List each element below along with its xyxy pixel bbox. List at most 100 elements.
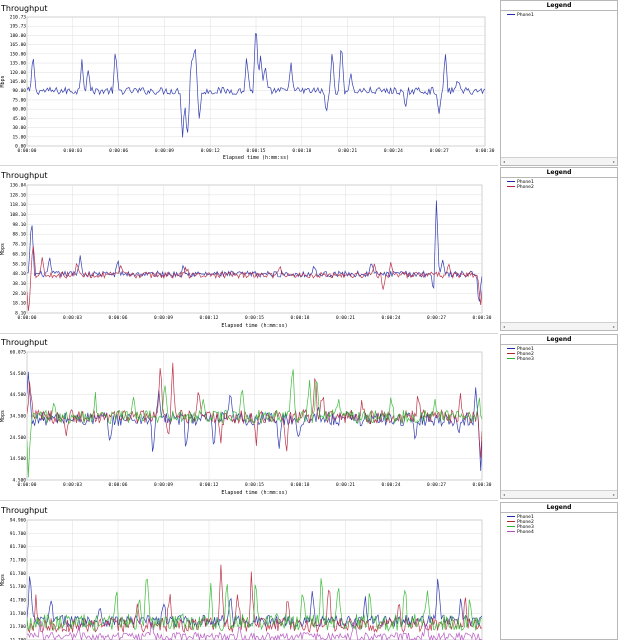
legend-heading: Legend — [501, 335, 617, 345]
legend-swatch — [507, 348, 515, 349]
y-tick-label: 31.700 — [10, 611, 27, 617]
x-tick-label: 0:00:12 — [200, 482, 219, 488]
y-tick-label: 105.00 — [10, 79, 27, 85]
y-tick-label: 61.700 — [10, 571, 27, 577]
x-tick-label: 0:00:18 — [292, 148, 311, 154]
legend-swatch — [507, 526, 515, 527]
y-tick-label: 180.00 — [10, 33, 27, 39]
y-tick-label: 71.700 — [10, 558, 27, 564]
legend-list: Phone1 Phone2 Phone3 Phone4 — [501, 513, 617, 535]
y-tick-label: 78.10 — [12, 242, 26, 248]
x-tick-label: 0:00:24 — [382, 315, 401, 321]
y-tick-label: 38.10 — [12, 281, 26, 287]
y-tick-label: 51.700 — [10, 584, 27, 590]
x-tick-label: 0:00:03 — [63, 148, 82, 154]
y-tick-label: 210.73 — [10, 15, 27, 21]
y-tick-label: 60.075 — [10, 350, 27, 356]
x-tick-label: 0:00:06 — [109, 482, 128, 488]
legend-item-phone3[interactable]: Phone3 — [507, 357, 617, 362]
x-tick-label: 0:00:24 — [384, 148, 403, 154]
legend-item-phone2[interactable]: Phone2 — [507, 185, 617, 190]
legend-panel: Legend Phone1 Phone2 ◂ ▸ — [500, 167, 618, 331]
x-tick-label: 0:00:30 — [473, 315, 492, 321]
chart-panel-2: Throughput 136.04 128.10 118.10 108.10 98.10 8… — [0, 167, 620, 334]
legend-list: Phone1 Phone2 Phone3 — [501, 345, 617, 362]
legend-item-phone1[interactable]: Phone1 — [507, 13, 617, 18]
y-tick-label: 128.10 — [10, 192, 27, 198]
chart-svg: Throughput 60.075 54.500 44.500 34.500 24.500… — [0, 338, 492, 496]
y-tick-label: 68.10 — [12, 251, 26, 257]
panel-separator — [0, 500, 498, 501]
chart-title: Throughput — [0, 4, 47, 13]
legend-panel: Legend Phone1 Phone2 Phone3 Phone4 — [500, 502, 618, 640]
y-tick-label: 120.00 — [10, 70, 27, 76]
y-tick-label: 75.00 — [12, 97, 26, 103]
y-tick-label: 45.00 — [12, 116, 26, 122]
chart-panel-3: Throughput 60.075 54.500 44.500 34.500 24.500… — [0, 334, 620, 501]
scroll-right-icon[interactable]: ▸ — [613, 324, 615, 329]
legend-item-phone4[interactable]: Phone4 — [507, 530, 617, 535]
x-tick-label: 0:00:18 — [291, 315, 310, 321]
legend-swatch — [507, 531, 515, 532]
legend-list: Phone1 — [501, 11, 617, 18]
y-tick-label: 150.00 — [10, 51, 27, 57]
y-tick-label: 81.700 — [10, 544, 27, 550]
y-tick-label: 54.500 — [10, 371, 27, 377]
x-tick-label: 0:00:21 — [336, 315, 355, 321]
y-axis-label: Mbps — [0, 410, 6, 422]
legend-panel: Legend Phone1 ◂ ▸ — [500, 0, 618, 166]
y-tick-label: 88.10 — [12, 232, 26, 238]
x-tick-label: 0:00:09 — [154, 482, 173, 488]
y-tick-label: 24.500 — [10, 435, 27, 441]
x-tick-label: 0:00:15 — [245, 315, 264, 321]
legend-scrollbar[interactable]: ◂ ▸ — [501, 322, 617, 330]
y-tick-label: 60.00 — [12, 107, 26, 113]
scroll-right-icon[interactable]: ▸ — [613, 159, 615, 164]
x-tick-label: 0:00:12 — [200, 315, 219, 321]
y-axis-label: Mbps — [0, 75, 6, 87]
x-tick-label: 0:00:15 — [245, 482, 264, 488]
y-tick-label: 30.00 — [12, 125, 26, 131]
legend-item-label: Phone3 — [517, 357, 534, 362]
x-tick-label: 0:00:27 — [427, 482, 446, 488]
legend-swatch — [507, 14, 515, 15]
y-axis-label: Mbps — [0, 574, 6, 586]
x-tick-label: 0:00:03 — [63, 315, 82, 321]
scroll-left-icon[interactable]: ◂ — [503, 159, 505, 164]
chart-title: Throughput — [0, 506, 47, 515]
legend-swatch — [507, 186, 515, 187]
x-tick-label: 0:00:09 — [154, 315, 173, 321]
y-tick-label: 195.73 — [10, 24, 27, 30]
y-tick-label: 165.00 — [10, 42, 27, 48]
x-tick-label: 0:00:30 — [473, 482, 492, 488]
legend-item-label: Phone1 — [517, 13, 534, 18]
legend-item-label: Phone4 — [517, 530, 534, 535]
x-tick-label: 0:00:09 — [155, 148, 174, 154]
chart-title: Throughput — [0, 338, 47, 347]
x-tick-label: 0:00:27 — [427, 315, 446, 321]
scroll-left-icon[interactable]: ◂ — [503, 324, 505, 329]
x-tick-label: 0:00:06 — [109, 315, 128, 321]
y-tick-label: 135.00 — [10, 61, 27, 67]
x-tick-label: 0:00:15 — [247, 148, 266, 154]
chart-panel-4: Throughput 94.960 91.700 81.700 71.700 61.700… — [0, 502, 620, 640]
x-tick-label: 0:00:24 — [382, 482, 401, 488]
panel-separator — [0, 165, 498, 166]
x-tick-label: 0:00:00 — [18, 482, 37, 488]
chart-panel-1: Throughput 210.73 195.73 180.00 165.00 150.00… — [0, 0, 620, 166]
x-tick-label: 0:00:06 — [109, 148, 128, 154]
legend-item-label: Phone2 — [517, 185, 534, 190]
y-tick-label: 118.10 — [10, 202, 27, 208]
x-tick-label: 0:00:27 — [430, 148, 449, 154]
legend-swatch — [507, 181, 515, 182]
legend-swatch — [507, 521, 515, 522]
y-tick-label: 98.10 — [12, 222, 26, 228]
scroll-right-icon[interactable]: ▸ — [613, 492, 615, 497]
legend-scrollbar[interactable]: ◂ ▸ — [501, 157, 617, 165]
y-tick-label: 91.700 — [10, 531, 27, 537]
y-tick-label: 34.500 — [10, 414, 27, 420]
legend-scrollbar[interactable]: ◂ ▸ — [501, 490, 617, 498]
scroll-left-icon[interactable]: ◂ — [503, 492, 505, 497]
y-tick-label: 14.500 — [10, 456, 27, 462]
y-tick-label: 28.10 — [12, 291, 26, 297]
